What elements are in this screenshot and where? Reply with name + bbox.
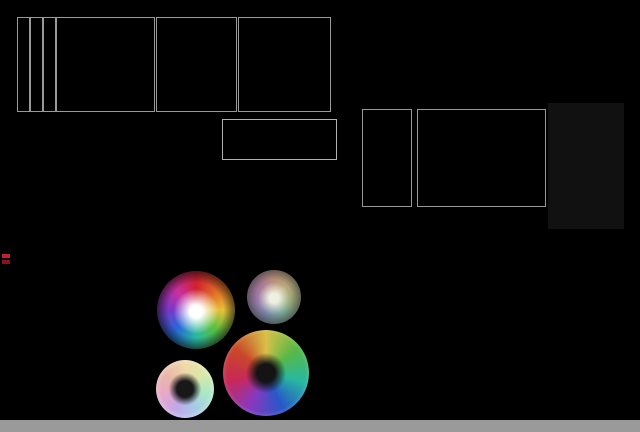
palette-row (15, 232, 543, 242)
comp-panel-chartreuse-violet (312, 353, 382, 418)
comp-panel-spring-green-rose (458, 353, 528, 418)
footer-bar (0, 420, 640, 432)
analyze-palette-app (0, 0, 640, 432)
comp-panel-orange-azure (386, 273, 456, 341)
sat-scatter-plot (362, 109, 412, 207)
bri-sat-histogram (548, 103, 624, 229)
polar-circle-s255-b (223, 330, 309, 416)
primary-ranges-panel (536, 229, 636, 419)
colspace12-grid (19, 273, 147, 303)
tick-marks-column (346, 17, 350, 213)
polar-circle-s255-a (157, 271, 235, 349)
polar-circle-s96-a (247, 270, 301, 324)
sat-map-255 (56, 17, 155, 112)
indexed-palette-grid (222, 119, 337, 160)
mini-swatch-column (215, 110, 221, 210)
comp-panel-red-cyan (312, 273, 382, 341)
half-tone-row (15, 244, 543, 258)
polar-circle-s96-b (156, 360, 214, 418)
gradient-strip-2 (30, 17, 43, 112)
neutral-gray-row (55, 212, 543, 231)
hlf-mark-2 (2, 260, 10, 264)
gradient-strip-3 (43, 17, 56, 112)
half-tone-small-row (15, 260, 311, 265)
bri-hue-scatter-plot (417, 109, 546, 207)
close-cols-row-1 (222, 168, 336, 183)
hue-tick-row (420, 209, 544, 211)
sat-map-128 (156, 17, 237, 112)
rgb-colorspace-cubes (356, 16, 546, 104)
useful-mixes-grid (548, 10, 626, 104)
bri-match-column (332, 17, 344, 110)
gradient-strip-1 (17, 17, 30, 112)
close-cols-row-2 (222, 185, 336, 200)
gradient-strip-rows (15, 112, 213, 210)
hlf-mark-1 (2, 254, 10, 258)
comp-panel-yellow-blue (458, 273, 528, 341)
comp-panel-green-magenta (386, 353, 456, 418)
sat-map-48 (238, 17, 331, 112)
hue-saturation-polar (15, 302, 149, 418)
